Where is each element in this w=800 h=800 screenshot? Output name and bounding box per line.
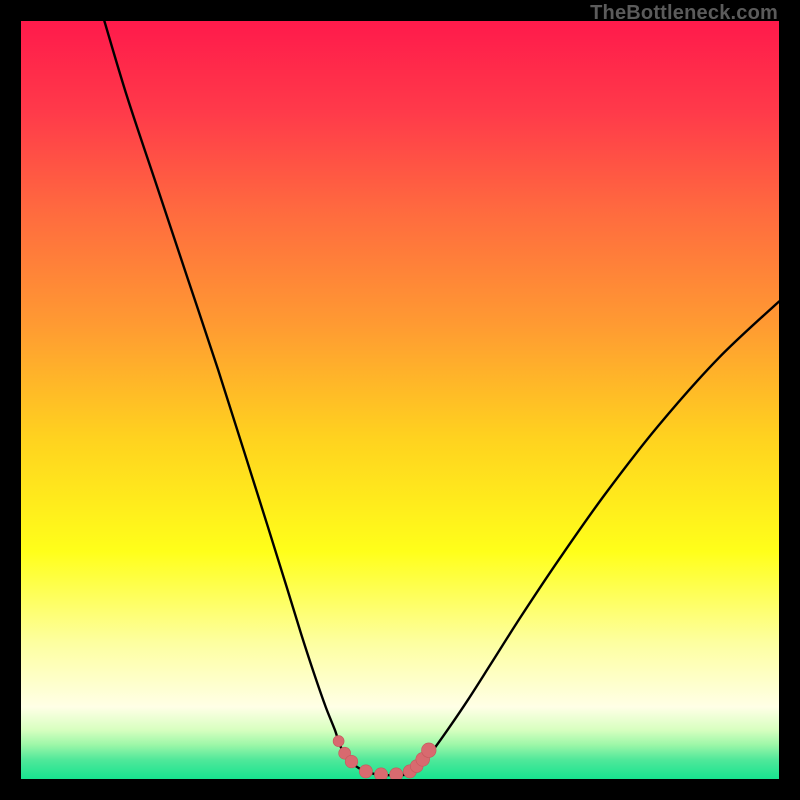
curve-layer — [21, 21, 779, 779]
highlight-marker — [422, 743, 437, 758]
chart-stage: TheBottleneck.com — [0, 0, 800, 800]
bottleneck-curve — [104, 21, 779, 775]
watermark-text: TheBottleneck.com — [590, 2, 778, 25]
highlight-marker — [359, 765, 372, 778]
highlight-marker — [345, 755, 358, 768]
highlight-marker — [390, 768, 403, 779]
plot-area — [21, 21, 779, 779]
highlight-marker — [374, 768, 387, 779]
highlight-marker — [333, 736, 344, 747]
highlight-markers — [333, 736, 436, 779]
